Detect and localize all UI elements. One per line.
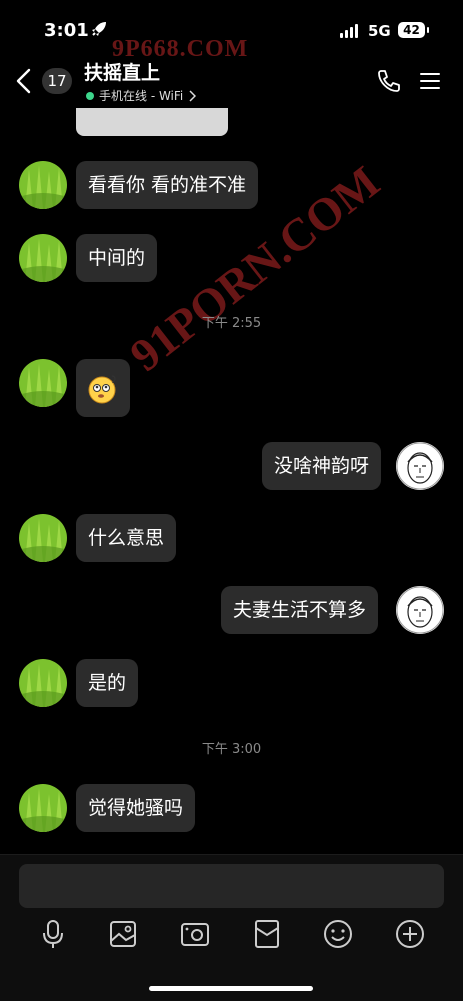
contact-avatar[interactable]	[19, 514, 67, 562]
sticker-bubble[interactable]	[76, 359, 130, 417]
online-status-text: 手机在线 - WiFi	[99, 89, 184, 103]
message-bubble[interactable]: 夫妻生活不算多	[221, 586, 379, 634]
my-avatar[interactable]	[396, 586, 444, 634]
thinking-face-emoji	[88, 375, 116, 404]
message-bubble[interactable]: 觉得她骚吗	[76, 784, 196, 832]
message-bubble[interactable]: 看看你 看的准不准	[76, 161, 259, 209]
previous-image-message[interactable]	[76, 108, 228, 136]
online-status[interactable]: 手机在线 - WiFi	[86, 87, 197, 104]
contact-avatar[interactable]	[19, 234, 67, 282]
menu-icon[interactable]	[420, 72, 440, 90]
home-indicator[interactable]	[149, 986, 313, 991]
input-bar	[0, 854, 463, 1001]
rocket-icon	[92, 22, 106, 36]
chat-header: 17 扶摇直上 手机在线 - WiFi	[0, 56, 463, 108]
add-icon[interactable]	[394, 918, 426, 950]
status-time: 3:01	[44, 20, 89, 41]
red-packet-icon[interactable]	[251, 918, 283, 950]
contact-avatar[interactable]	[19, 659, 67, 707]
message-bubble[interactable]: 没啥神韵呀	[262, 442, 382, 490]
message-bubble[interactable]: 什么意思	[76, 514, 177, 562]
contact-avatar[interactable]	[19, 161, 67, 209]
emoji-icon[interactable]	[322, 918, 354, 950]
back-chevron-icon[interactable]	[14, 68, 36, 94]
battery-icon: 42	[398, 22, 429, 38]
contact-avatar[interactable]	[19, 359, 67, 407]
message-bubble[interactable]: 是的	[76, 659, 139, 707]
message-timestamp: 下午 2:55	[201, 316, 262, 331]
contact-avatar[interactable]	[19, 784, 67, 832]
chevron-right-icon	[189, 89, 197, 102]
chat-title[interactable]: 扶摇直上	[84, 58, 160, 85]
message-bubble[interactable]: 中间的	[76, 234, 158, 282]
my-avatar[interactable]	[396, 442, 444, 490]
microphone-icon[interactable]	[37, 918, 69, 950]
cellular-signal-icon	[340, 24, 358, 38]
unread-count-badge[interactable]: 17	[42, 68, 72, 94]
online-dot-icon	[86, 91, 94, 100]
network-type: 5G	[368, 22, 391, 40]
phone-icon[interactable]	[376, 68, 402, 94]
message-input[interactable]	[19, 864, 444, 908]
camera-icon[interactable]	[179, 918, 211, 950]
image-icon[interactable]	[107, 918, 139, 950]
message-timestamp: 下午 3:00	[201, 742, 262, 757]
status-bar: 3:01 5G 42	[0, 0, 463, 56]
message-list[interactable]: 看看你 看的准不准 中间的 下午 2:55 没啥神韵呀 什么意思 夫妻生活不算多	[0, 108, 463, 854]
